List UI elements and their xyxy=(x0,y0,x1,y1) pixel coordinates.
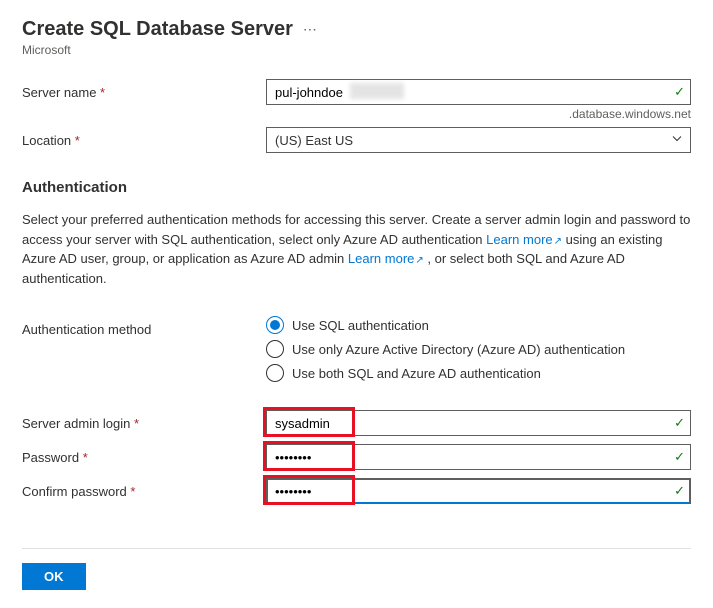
radio-icon xyxy=(266,364,284,382)
learn-more-link-2[interactable]: Learn more↗ xyxy=(348,251,424,266)
confirm-password-label: Confirm password * xyxy=(22,478,266,499)
auth-method-radio-group: Use SQL authentication Use only Azure Ac… xyxy=(266,316,691,382)
learn-more-link-1[interactable]: Learn more↗ xyxy=(486,232,562,247)
radio-sql-auth[interactable]: Use SQL authentication xyxy=(266,316,691,334)
auth-method-label: Authentication method xyxy=(22,316,266,337)
auth-heading: Authentication xyxy=(22,179,691,196)
radio-label: Use both SQL and Azure AD authentication xyxy=(292,366,541,381)
page-subtitle: Microsoft xyxy=(22,43,691,57)
radio-icon xyxy=(266,316,284,334)
radio-both-auth[interactable]: Use both SQL and Azure AD authentication xyxy=(266,364,691,382)
admin-login-label: Server admin login * xyxy=(22,410,266,431)
admin-login-input[interactable] xyxy=(266,410,691,436)
radio-label: Use only Azure Active Directory (Azure A… xyxy=(292,342,625,357)
auth-description: Select your preferred authentication met… xyxy=(22,210,691,288)
server-name-label: Server name * xyxy=(22,79,266,100)
location-select[interactable]: (US) East US xyxy=(266,127,691,153)
external-link-icon: ↗ xyxy=(415,255,423,266)
location-label: Location * xyxy=(22,127,266,148)
radio-icon xyxy=(266,340,284,358)
radio-label: Use SQL authentication xyxy=(292,318,429,333)
server-name-suffix: .database.windows.net xyxy=(266,107,691,121)
radio-aad-only[interactable]: Use only Azure Active Directory (Azure A… xyxy=(266,340,691,358)
server-name-input[interactable] xyxy=(266,79,691,105)
confirm-password-input[interactable] xyxy=(266,478,691,504)
more-icon[interactable]: ⋯ xyxy=(303,21,317,38)
page-title: Create SQL Database Server xyxy=(22,18,293,41)
password-input[interactable] xyxy=(266,444,691,470)
password-label: Password * xyxy=(22,444,266,465)
ok-button[interactable]: OK xyxy=(22,563,86,590)
footer-separator xyxy=(22,548,691,549)
external-link-icon: ↗ xyxy=(554,236,562,247)
